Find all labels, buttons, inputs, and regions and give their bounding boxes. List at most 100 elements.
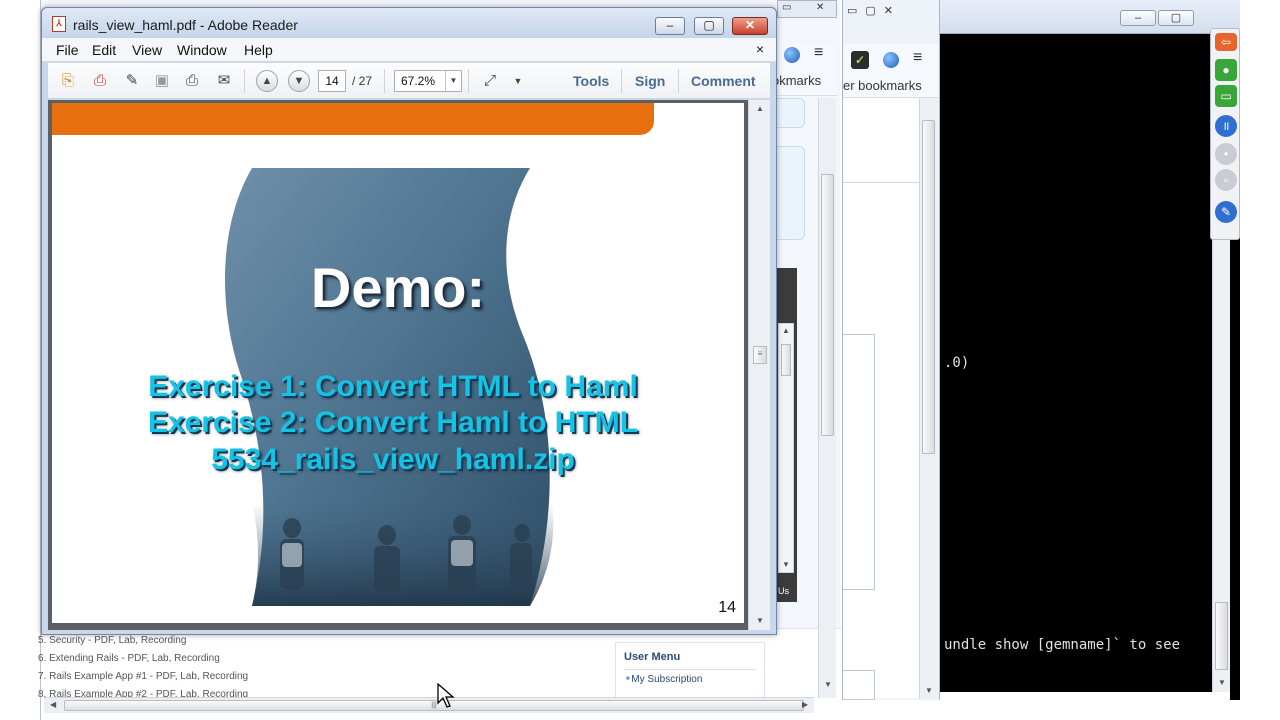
menu-help[interactable]: Help bbox=[244, 42, 273, 58]
menu-icon[interactable]: ≡ bbox=[814, 44, 823, 62]
browser1-vertical-scrollbar[interactable]: ▼ bbox=[818, 98, 836, 698]
document-viewer[interactable]: Demo: Exercise 1: Convert HTML to Haml E… bbox=[48, 100, 770, 630]
vertical-scroll-thumb[interactable] bbox=[922, 120, 935, 454]
create-pdf-icon[interactable]: ⎘ bbox=[58, 71, 78, 91]
toolbar-separator bbox=[384, 69, 385, 93]
text-field[interactable] bbox=[843, 670, 875, 700]
reader-toolbar: ⎘ ⎙ ✎ ▣ ⎙ ✉ ▲ ▼ 14 / 27 67.2% ▼ ⤢ ▼ Tool… bbox=[48, 63, 770, 99]
document-vertical-scrollbar[interactable]: ▲ ≡ ▼ bbox=[748, 100, 770, 630]
adobe-reader-window[interactable]: ⅄ rails_view_haml.pdf - Adobe Reader – ▢… bbox=[41, 7, 777, 635]
globe-icon[interactable] bbox=[883, 52, 899, 68]
scroll-down-icon[interactable]: ▼ bbox=[782, 560, 790, 569]
dark-panel-label[interactable]: Us bbox=[778, 586, 789, 596]
next-page-icon[interactable]: ▼ bbox=[288, 70, 310, 92]
other-bookmarks-label[interactable]: er bookmarks bbox=[843, 78, 922, 93]
email-icon[interactable]: ✉ bbox=[214, 71, 234, 91]
chevron-down-icon[interactable]: ▼ bbox=[445, 71, 461, 91]
zoom-select[interactable]: 67.2% ▼ bbox=[394, 70, 462, 92]
my-subscription-link[interactable]: My Subscription bbox=[616, 674, 764, 685]
print-icon[interactable]: ⎙ bbox=[182, 71, 202, 91]
bookmark-app-icon[interactable]: ✓ bbox=[851, 51, 869, 69]
slide-page-number: 14 bbox=[718, 599, 736, 616]
previous-page-icon[interactable]: ▲ bbox=[256, 70, 278, 92]
minimize-button[interactable]: – bbox=[1120, 10, 1156, 26]
slide-background-art bbox=[224, 168, 554, 606]
record-icon[interactable]: • bbox=[1215, 143, 1237, 165]
minimize-button[interactable]: – bbox=[655, 17, 685, 35]
page-number-input[interactable]: 14 bbox=[318, 70, 346, 92]
recorder-toolbar: ⇦ ● ▭ ॥ • ▫ ✎ bbox=[1210, 28, 1240, 240]
menu-icon[interactable]: ≡ bbox=[913, 49, 922, 67]
close-button[interactable]: ✕ bbox=[732, 17, 768, 35]
course-item-6[interactable]: 6. Extending Rails - PDF, Lab, Recording bbox=[38, 650, 248, 668]
edit-pdf-icon[interactable]: ✎ bbox=[122, 71, 142, 91]
inner-scroll-thumb[interactable] bbox=[781, 344, 791, 376]
scroll-up-icon[interactable]: ▲ bbox=[782, 326, 790, 335]
scroll-down-icon[interactable]: ▼ bbox=[1218, 678, 1226, 687]
pause-icon[interactable]: ॥ bbox=[1215, 115, 1237, 137]
other-bookmarks-label[interactable]: okmarks bbox=[772, 73, 821, 88]
scroll-down-icon[interactable]: ▼ bbox=[824, 680, 832, 689]
terminal-titlebar: – ▢ bbox=[940, 0, 1240, 34]
pen-icon[interactable]: ✎ bbox=[1215, 201, 1237, 223]
scroll-left-icon[interactable]: ◀ bbox=[50, 700, 56, 709]
fit-page-icon[interactable]: ⤢ bbox=[480, 71, 500, 91]
slide-text-line: 5534_rails_view_haml.zip bbox=[211, 443, 575, 476]
course-item-7[interactable]: 7. Rails Example App #1 - PDF, Lab, Reco… bbox=[38, 668, 248, 686]
comment-icon[interactable]: ▫ bbox=[1215, 169, 1237, 191]
menu-window[interactable]: Window bbox=[177, 42, 227, 58]
desktop: 5. Security - PDF, Lab, Recording 6. Ext… bbox=[0, 0, 1280, 720]
terminal-output-line: .0) bbox=[944, 355, 970, 371]
menu-bar: File Edit View Window Help × bbox=[42, 38, 776, 62]
inner-scrollbar[interactable]: ▲ ▼ bbox=[778, 323, 794, 573]
close-icon[interactable]: ✕ bbox=[816, 2, 824, 13]
terminal-window[interactable]: – ▢ .0) undle show [gemname]` to see bbox=[940, 0, 1240, 700]
vertical-scroll-thumb[interactable] bbox=[821, 174, 834, 436]
screen-icon[interactable]: ▭ bbox=[1215, 85, 1237, 107]
menu-edit[interactable]: Edit bbox=[92, 42, 116, 58]
user-menu-panel: User Menu My Subscription bbox=[615, 642, 765, 704]
horizontal-scrollbar[interactable]: ◀ ||| ▶ bbox=[44, 697, 814, 713]
pdf-file-icon: ⅄ bbox=[52, 16, 66, 32]
scroll-right-icon[interactable]: ▶ bbox=[802, 700, 808, 709]
scroll-down-icon[interactable]: ▼ bbox=[925, 686, 933, 695]
restore-icon[interactable]: ▭ bbox=[782, 2, 791, 13]
horizontal-scroll-thumb[interactable]: ||| bbox=[64, 700, 804, 711]
globe-icon[interactable] bbox=[784, 47, 800, 63]
sign-button[interactable]: Sign bbox=[635, 73, 665, 89]
reader-titlebar[interactable]: ⅄ rails_view_haml.pdf - Adobe Reader – ▢… bbox=[42, 8, 776, 38]
user-menu-title: User Menu bbox=[624, 651, 681, 663]
divider bbox=[843, 182, 919, 183]
collapse-arrow-icon[interactable]: ⇦ bbox=[1215, 33, 1237, 51]
browser1-window-controls: ▭ ✕ bbox=[777, 0, 837, 18]
text-area[interactable] bbox=[843, 334, 875, 590]
toolbar-separator bbox=[244, 69, 245, 93]
menu-file[interactable]: File bbox=[56, 42, 79, 58]
menu-view[interactable]: View bbox=[132, 42, 162, 58]
mouse-cursor-icon bbox=[437, 683, 455, 708]
scroll-down-icon[interactable]: ▼ bbox=[756, 616, 764, 625]
vertical-scroll-thumb[interactable] bbox=[1215, 602, 1228, 670]
export-pdf-icon[interactable]: ⎙ bbox=[90, 71, 110, 91]
browser2-window: ▭▢✕ ✓ ≡ er bookmarks ▼ bbox=[842, 0, 940, 700]
close-document-icon[interactable]: × bbox=[756, 41, 764, 57]
tools-button[interactable]: Tools bbox=[573, 73, 609, 89]
microphone-icon[interactable]: ● bbox=[1215, 59, 1237, 81]
chevron-down-icon[interactable]: ▼ bbox=[508, 71, 528, 91]
divider bbox=[624, 669, 756, 670]
screen-edge bbox=[1240, 0, 1280, 720]
maximize-button[interactable]: ▢ bbox=[1158, 10, 1194, 26]
browser2-window-controls[interactable]: ▭▢✕ bbox=[847, 4, 901, 17]
browser2-vertical-scrollbar[interactable]: ▼ bbox=[919, 98, 937, 698]
comment-button[interactable]: Comment bbox=[691, 73, 756, 89]
toolbar-separator bbox=[621, 69, 622, 93]
vertical-scroll-thumb[interactable]: ≡ bbox=[753, 346, 767, 364]
toolbar-separator bbox=[678, 69, 679, 93]
scroll-up-icon[interactable]: ▲ bbox=[756, 104, 764, 113]
window-title: rails_view_haml.pdf - Adobe Reader bbox=[73, 17, 298, 33]
save-icon[interactable]: ▣ bbox=[152, 71, 172, 91]
slide-text-line: Exercise 1: Convert HTML to Haml bbox=[148, 370, 638, 403]
maximize-button[interactable]: ▢ bbox=[694, 17, 724, 35]
pdf-page: Demo: Exercise 1: Convert HTML to Haml E… bbox=[52, 103, 744, 623]
slide-heading: Demo: bbox=[310, 256, 486, 319]
